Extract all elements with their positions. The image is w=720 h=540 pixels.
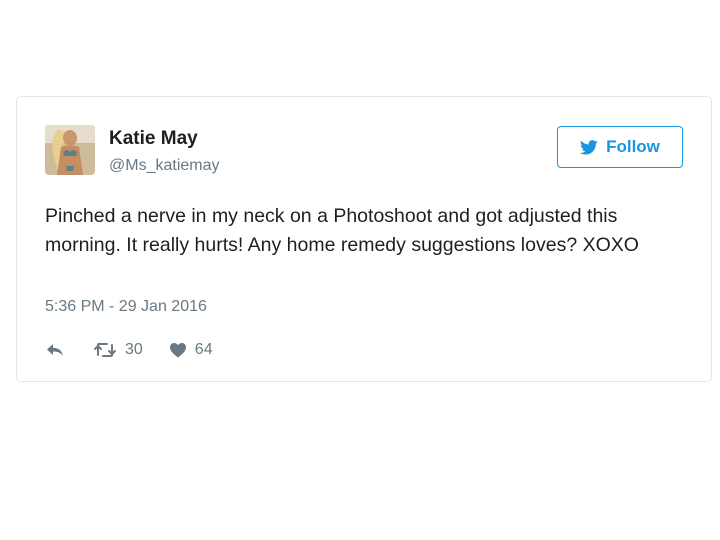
like-button[interactable]: 64: [169, 341, 213, 359]
retweet-count: 30: [125, 341, 143, 358]
tweet-card: Katie May @Ms_katiemay Follow Pinched a …: [16, 96, 712, 382]
tweet-actions: 30 64: [45, 338, 213, 362]
follow-button[interactable]: Follow: [557, 126, 683, 168]
author-name[interactable]: Katie May: [109, 128, 198, 150]
twitter-bird-icon: [580, 139, 598, 154]
retweet-icon: [94, 343, 116, 357]
tweet-timestamp[interactable]: 5:36 PM - 29 Jan 2016: [45, 298, 207, 316]
like-count: 64: [194, 341, 213, 358]
retweet-button[interactable]: 30: [93, 341, 143, 359]
reply-button[interactable]: [45, 342, 65, 358]
author-handle[interactable]: @Ms_katiemay: [109, 157, 220, 175]
reply-icon: [47, 344, 63, 356]
page: Katie May @Ms_katiemay Follow Pinched a …: [0, 0, 720, 540]
heart-icon: [169, 343, 186, 358]
tweet-text: Pinched a nerve in my neck on a Photosho…: [45, 205, 639, 256]
avatar-image: [45, 125, 95, 175]
avatar[interactable]: [45, 125, 95, 175]
follow-button-label: Follow: [606, 137, 660, 156]
